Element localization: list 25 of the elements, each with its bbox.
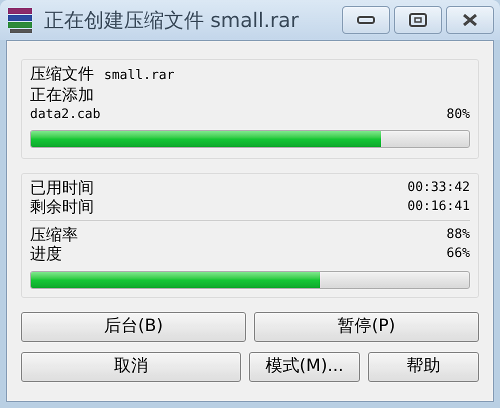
dialog-button[interactable]: 暂停(P) xyxy=(254,312,479,342)
file-percent: 80% xyxy=(446,106,470,124)
stat-value: 66% xyxy=(446,245,470,263)
stat-label: 已用时间 xyxy=(30,178,94,197)
current-file: data2.cab xyxy=(30,106,100,124)
stat-label: 压缩率 xyxy=(30,225,78,244)
dialog-button[interactable]: 模式(M)... xyxy=(249,352,360,382)
archive-label: 压缩文件 xyxy=(30,64,94,83)
stat-value: 00:33:42 xyxy=(407,179,470,197)
stat-value: 00:16:41 xyxy=(407,198,470,216)
dialog-button[interactable]: 取消 xyxy=(21,352,241,382)
stat-label: 剩余时间 xyxy=(30,197,94,216)
window-title: 正在创建压缩文件 small.rar xyxy=(44,7,299,34)
minimize-icon xyxy=(357,16,375,24)
archive-name: small.rar xyxy=(104,67,174,85)
maximize-icon xyxy=(409,13,427,27)
close-icon xyxy=(462,13,478,27)
stat-value: 88% xyxy=(446,226,470,244)
dialog-button[interactable]: 帮助 xyxy=(368,352,479,382)
stat-label: 进度 xyxy=(30,244,62,263)
action-text: 正在添加 xyxy=(30,85,94,104)
dialog-button[interactable]: 后台(B) xyxy=(21,312,246,342)
minimize-button[interactable] xyxy=(342,6,390,34)
maximize-button[interactable] xyxy=(394,6,442,34)
close-button[interactable] xyxy=(446,6,494,34)
